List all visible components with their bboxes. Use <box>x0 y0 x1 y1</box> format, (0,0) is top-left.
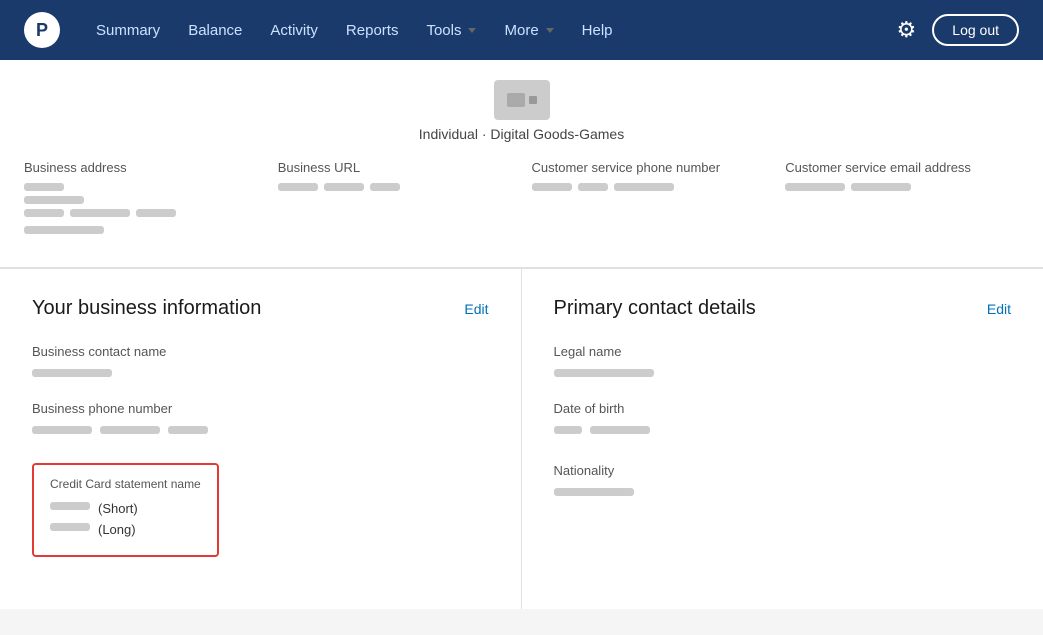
business-contact-label: Business contact name <box>32 344 489 359</box>
cc-long-row: (Long) <box>50 522 201 537</box>
business-address-label: Business address <box>24 160 258 175</box>
dob-day <box>554 426 582 434</box>
nav-more[interactable]: More <box>492 14 565 47</box>
nationality-value <box>554 488 634 496</box>
customer-phone-label: Customer service phone number <box>532 160 766 175</box>
business-edit-link[interactable]: Edit <box>464 301 488 317</box>
profile-fields: Business address Business URL Customer s… <box>24 160 1019 239</box>
business-url-label: Business URL <box>278 160 512 175</box>
address-line3a <box>24 209 64 217</box>
navbar: P Summary Balance Activity Reports Tools… <box>0 0 1043 60</box>
address-line2 <box>24 196 84 204</box>
business-card-header: Your business information Edit <box>32 297 489 320</box>
url-part3 <box>370 183 400 191</box>
tools-dropdown-icon <box>468 28 476 33</box>
cc-long-label: (Long) <box>98 522 136 537</box>
business-phone-section: Business phone number <box>32 401 489 439</box>
legal-name-value <box>554 369 654 377</box>
dob-month-year <box>590 426 650 434</box>
nav-summary[interactable]: Summary <box>84 14 172 47</box>
nav-balance[interactable]: Balance <box>176 14 254 47</box>
nav-links: Summary Balance Activity Reports Tools M… <box>84 14 897 47</box>
business-address-field: Business address <box>24 160 258 239</box>
email-part2 <box>851 183 911 191</box>
cc-statement-label: Credit Card statement name <box>50 477 201 491</box>
biz-phone-part1 <box>32 426 92 434</box>
business-contact-section: Business contact name <box>32 344 489 377</box>
phone-part1 <box>532 183 572 191</box>
cc-short-row: (Short) <box>50 501 201 516</box>
legal-name-label: Legal name <box>554 344 1012 359</box>
url-part1 <box>278 183 318 191</box>
nav-reports[interactable]: Reports <box>334 14 411 47</box>
email-part1 <box>785 183 845 191</box>
contact-edit-link[interactable]: Edit <box>987 301 1011 317</box>
legal-name-section: Legal name <box>554 344 1012 377</box>
contact-card-header: Primary contact details Edit <box>554 297 1012 320</box>
settings-button[interactable]: ⚙ <box>897 17 917 43</box>
customer-phone-field: Customer service phone number <box>532 160 766 239</box>
cc-short-label: (Short) <box>98 501 138 516</box>
business-phone-label: Business phone number <box>32 401 489 416</box>
main-content: Your business information Edit Business … <box>0 268 1043 609</box>
url-part2 <box>324 183 364 191</box>
address-line3b <box>70 209 130 217</box>
business-url-field: Business URL <box>278 160 512 239</box>
nationality-section: Nationality <box>554 463 1012 496</box>
contact-card-title: Primary contact details <box>554 297 756 320</box>
customer-email-label: Customer service email address <box>785 160 1019 175</box>
address-line1 <box>24 183 64 191</box>
business-info-card: Your business information Edit Business … <box>0 268 522 609</box>
nav-help[interactable]: Help <box>570 14 625 47</box>
nav-activity[interactable]: Activity <box>258 14 330 47</box>
address-line3c <box>136 209 176 217</box>
avatar <box>494 80 550 120</box>
dob-label: Date of birth <box>554 401 1012 416</box>
paypal-logo: P <box>24 12 60 48</box>
phone-part2 <box>578 183 608 191</box>
cc-long-value <box>50 523 90 531</box>
nav-right: ⚙ Log out <box>897 14 1019 46</box>
business-contact-value <box>32 369 112 377</box>
phone-part3 <box>614 183 674 191</box>
logout-button[interactable]: Log out <box>932 14 1019 46</box>
logo-text: P <box>36 20 48 41</box>
contact-info-card: Primary contact details Edit Legal name … <box>522 268 1043 609</box>
nationality-label: Nationality <box>554 463 1012 478</box>
cc-short-value <box>50 502 90 510</box>
dob-section: Date of birth <box>554 401 1012 439</box>
more-dropdown-icon <box>546 28 554 33</box>
biz-phone-part3 <box>168 426 208 434</box>
customer-email-field: Customer service email address <box>785 160 1019 239</box>
cc-statement-section: Credit Card statement name (Short) (Long… <box>32 463 489 557</box>
biz-phone-part2 <box>100 426 160 434</box>
avatar-container <box>494 80 550 120</box>
nav-tools[interactable]: Tools <box>414 14 488 47</box>
gear-icon: ⚙ <box>897 17 917 43</box>
address-line4 <box>24 226 104 234</box>
cc-statement-box: Credit Card statement name (Short) (Long… <box>32 463 219 557</box>
profile-section: Individual · Digital Goods-Games Busines… <box>0 60 1043 268</box>
profile-subtitle: Individual · Digital Goods-Games <box>419 126 624 142</box>
business-card-title: Your business information <box>32 297 261 320</box>
